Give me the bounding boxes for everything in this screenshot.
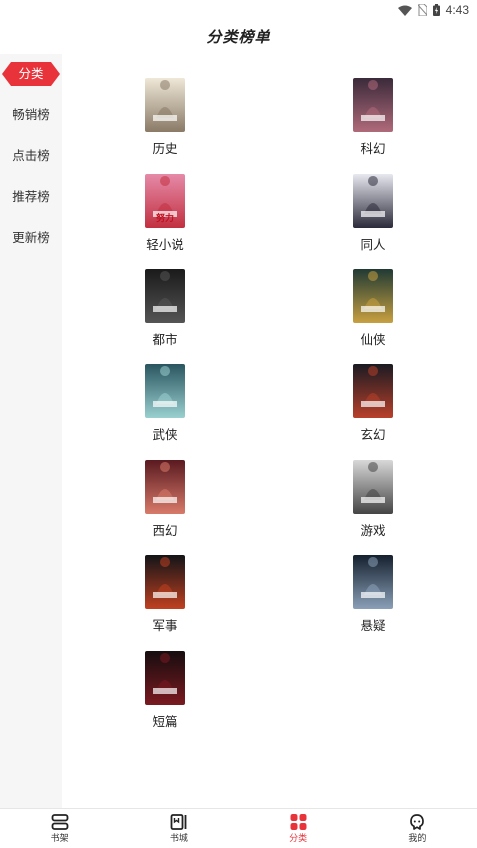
category-item-history[interactable]: 历史 (105, 78, 225, 160)
category-label: 同人 (360, 237, 386, 252)
profile-icon (409, 814, 425, 830)
book-cover (145, 555, 185, 609)
page-title: 分类榜单 (206, 28, 271, 46)
status-icons: 4:43 (397, 3, 469, 17)
book-cover (353, 460, 393, 514)
category-label: 都市 (152, 332, 178, 347)
book-cover (145, 460, 185, 514)
category-item-western-fantasy[interactable]: 西幻 (105, 460, 225, 542)
category-item-mystery[interactable]: 悬疑 (313, 555, 433, 637)
tab-category[interactable]: 分类 (239, 809, 358, 848)
book-cover (353, 269, 393, 323)
tab-bookstore[interactable]: 书城 (119, 809, 238, 848)
book-cover (145, 78, 185, 132)
category-icon (290, 814, 307, 830)
book-cover (145, 364, 185, 418)
bottom-nav: 书架 书城 分类 我的 (0, 808, 477, 848)
category-grid: 历史 科幻 努力 轻小说 同人 都市 仙侠 武侠 玄幻 西幻 游戏 军事 悬疑 … (62, 54, 477, 808)
tab-profile[interactable]: 我的 (358, 809, 477, 848)
nav-label: 书城 (169, 834, 188, 844)
category-label: 游戏 (360, 523, 386, 538)
category-label: 西幻 (152, 523, 178, 538)
book-cover (353, 174, 393, 228)
category-label: 武侠 (152, 427, 178, 442)
header: 分类榜单 (0, 24, 477, 50)
book-cover (353, 555, 393, 609)
category-item-xianxia[interactable]: 仙侠 (313, 269, 433, 351)
category-label: 历史 (152, 141, 178, 156)
category-label: 科幻 (360, 141, 386, 156)
cover-title-text: 努力 (156, 212, 174, 224)
status-time: 4:43 (445, 3, 469, 17)
battery-icon (432, 4, 440, 16)
category-label: 仙侠 (360, 332, 386, 347)
book-cover (353, 78, 393, 132)
tab-bookshelf[interactable]: 书架 (0, 809, 119, 848)
sidebar-item-label: 更新榜 (12, 230, 50, 245)
sidebar-item-label: 分类 (18, 66, 44, 81)
category-item-fanfic[interactable]: 同人 (313, 174, 433, 256)
category-item-light-novel[interactable]: 努力 轻小说 (105, 174, 225, 256)
book-cover (145, 651, 185, 705)
category-item-scifi[interactable]: 科幻 (313, 78, 433, 160)
sidebar-item-label: 推荐榜 (12, 189, 50, 204)
sidebar-item-recommended[interactable]: 推荐榜 (0, 182, 62, 212)
bookshelf-icon (51, 814, 69, 830)
category-label: 轻小说 (146, 237, 184, 252)
sidebar-item-updated[interactable]: 更新榜 (0, 223, 62, 253)
category-item-xuanhuan[interactable]: 玄幻 (313, 364, 433, 446)
nav-label: 分类 (289, 834, 308, 844)
category-item-urban[interactable]: 都市 (105, 269, 225, 351)
sidebar: 分类 畅销榜 点击榜 推荐榜 更新榜 (0, 54, 62, 808)
nav-label: 我的 (408, 834, 427, 844)
wifi-icon (397, 5, 412, 16)
sidebar-item-bestseller[interactable]: 畅销榜 (0, 100, 62, 130)
nav-label: 书架 (50, 834, 69, 844)
book-cover (353, 364, 393, 418)
category-label: 军事 (152, 618, 178, 633)
category-item-short[interactable]: 短篇 (105, 651, 225, 733)
book-cover: 努力 (145, 174, 185, 228)
sidebar-item-category[interactable]: 分类 (2, 62, 60, 86)
category-item-wuxia[interactable]: 武侠 (105, 364, 225, 446)
app-root: 4:43 分类榜单 分类 畅销榜 点击榜 推荐榜 更新榜 历史 科幻 努力 轻小… (0, 0, 477, 848)
status-bar: 4:43 (0, 0, 477, 20)
category-label: 悬疑 (360, 618, 386, 633)
category-item-military[interactable]: 军事 (105, 555, 225, 637)
category-item-game[interactable]: 游戏 (313, 460, 433, 542)
sidebar-item-clicks[interactable]: 点击榜 (0, 141, 62, 171)
sidebar-item-label: 点击榜 (12, 148, 50, 163)
category-label: 玄幻 (360, 427, 386, 442)
book-cover (145, 269, 185, 323)
bookstore-icon (170, 814, 188, 830)
sidebar-item-label: 畅销榜 (12, 107, 50, 122)
category-label: 短篇 (152, 714, 178, 729)
no-sim-icon (417, 4, 427, 16)
